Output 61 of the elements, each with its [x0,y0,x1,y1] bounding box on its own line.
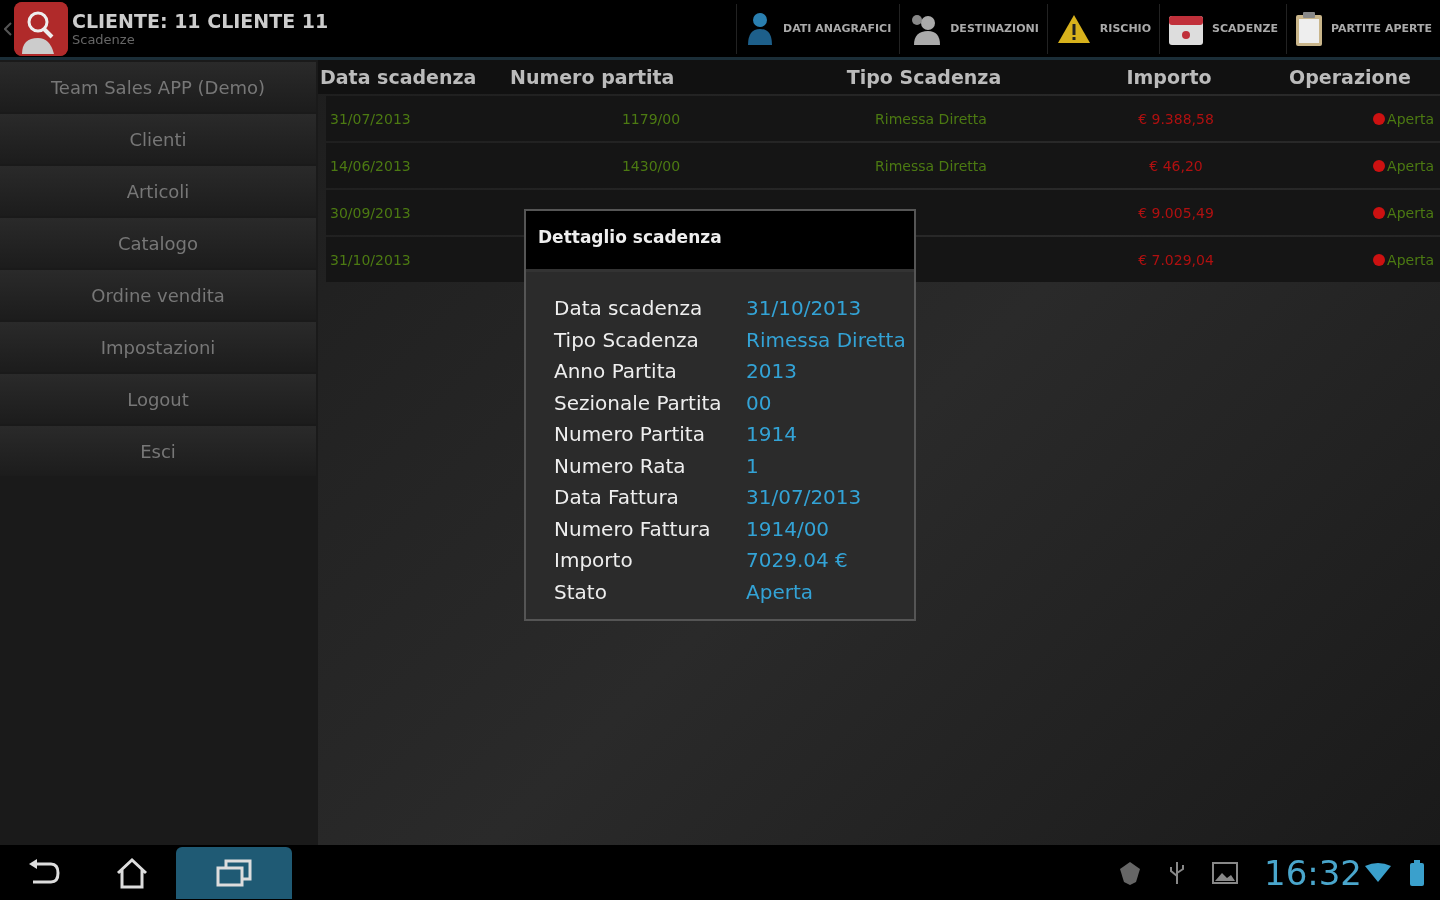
field-label: Tipo Scadenza [554,327,700,353]
client-title: CLIENTE: 11 CLIENTE 11 [72,10,329,32]
toolbar-action[interactable]: RISCHIO [1046,3,1160,54]
table-cell-text: 31/07/2013 [329,110,412,127]
column-header: Numero partita [509,66,676,88]
table-cell-text: Rimessa Diretta [874,157,988,174]
field-label: Data scadenza [554,296,704,322]
field-value: 2013 [746,359,798,385]
app-logo-icon [14,1,68,56]
field-label: Numero Rata [554,453,687,479]
field-value: Aperta [746,579,814,605]
field-label: Stato [554,579,608,605]
status-text: Aperta [1387,251,1434,268]
image-icon [1212,861,1238,884]
field-label: Anno Partita [554,359,678,385]
status-text: Aperta [1387,157,1434,174]
field-label: Numero Fattura [554,516,712,542]
table-cell-text: 1179/00 [620,110,682,127]
usb-icon [1168,859,1186,886]
table-cell-text: 1430/00 [620,157,682,174]
field-label: Data Fattura [554,485,680,511]
recent-apps-icon [216,858,252,887]
back-icon[interactable] [4,21,12,36]
column-header: Importo [1125,66,1213,88]
field-value: 1 [746,453,760,479]
toolbar-action[interactable]: DATI ANAGRAFICI [736,3,900,54]
battery-icon [1410,859,1424,886]
table-cell-text: Rimessa Diretta [874,110,988,127]
toolbar-action[interactable]: PARTITE APERTE [1285,3,1440,54]
table-cell-text: € 7.029,04 [1137,251,1215,268]
column-header: Operazione [1288,66,1412,88]
field-label: Importo [554,548,634,574]
screen-subtitle: Scadenze [72,32,136,47]
table-cell-text: 30/09/2013 [329,204,412,221]
column-header: Tipo Scadenza [845,66,1003,88]
field-value: 7029.04 € [746,548,849,574]
toolbar-action[interactable]: SCADENZE [1159,3,1286,54]
table-cell-text: € 9.005,49 [1137,204,1215,221]
status-text: Aperta [1387,110,1434,127]
table-cell-text: € 46,20 [1148,157,1204,174]
field-value: 31/10/2013 [746,296,863,322]
clipboard-icon [1294,10,1323,47]
field-value: 00 [746,390,773,416]
column-header: Data scadenza [319,66,478,88]
toolbar-action[interactable]: DESTINAZIONI [899,3,1047,54]
field-value: 1914/00 [746,516,831,542]
clock-time: 16:32 [1264,852,1362,893]
wifi-icon [1364,862,1392,883]
home-icon [115,856,149,889]
field-label: Sezionale Partita [554,390,723,416]
table-cell-text: 31/10/2013 [329,251,412,268]
table-cell-text: € 9.388,58 [1137,110,1215,127]
dialog-title: Dettaglio scadenza [526,211,914,272]
field-value: 1914 [746,422,798,448]
status-text: Aperta [1387,204,1434,221]
field-label: Numero Partita [554,422,706,448]
field-value: 31/07/2013 [746,485,863,511]
table-cell-text: 14/06/2013 [329,157,412,174]
person-icon [745,10,775,47]
field-value: Rimessa Diretta [746,327,907,353]
recent-apps-button[interactable] [176,846,292,899]
